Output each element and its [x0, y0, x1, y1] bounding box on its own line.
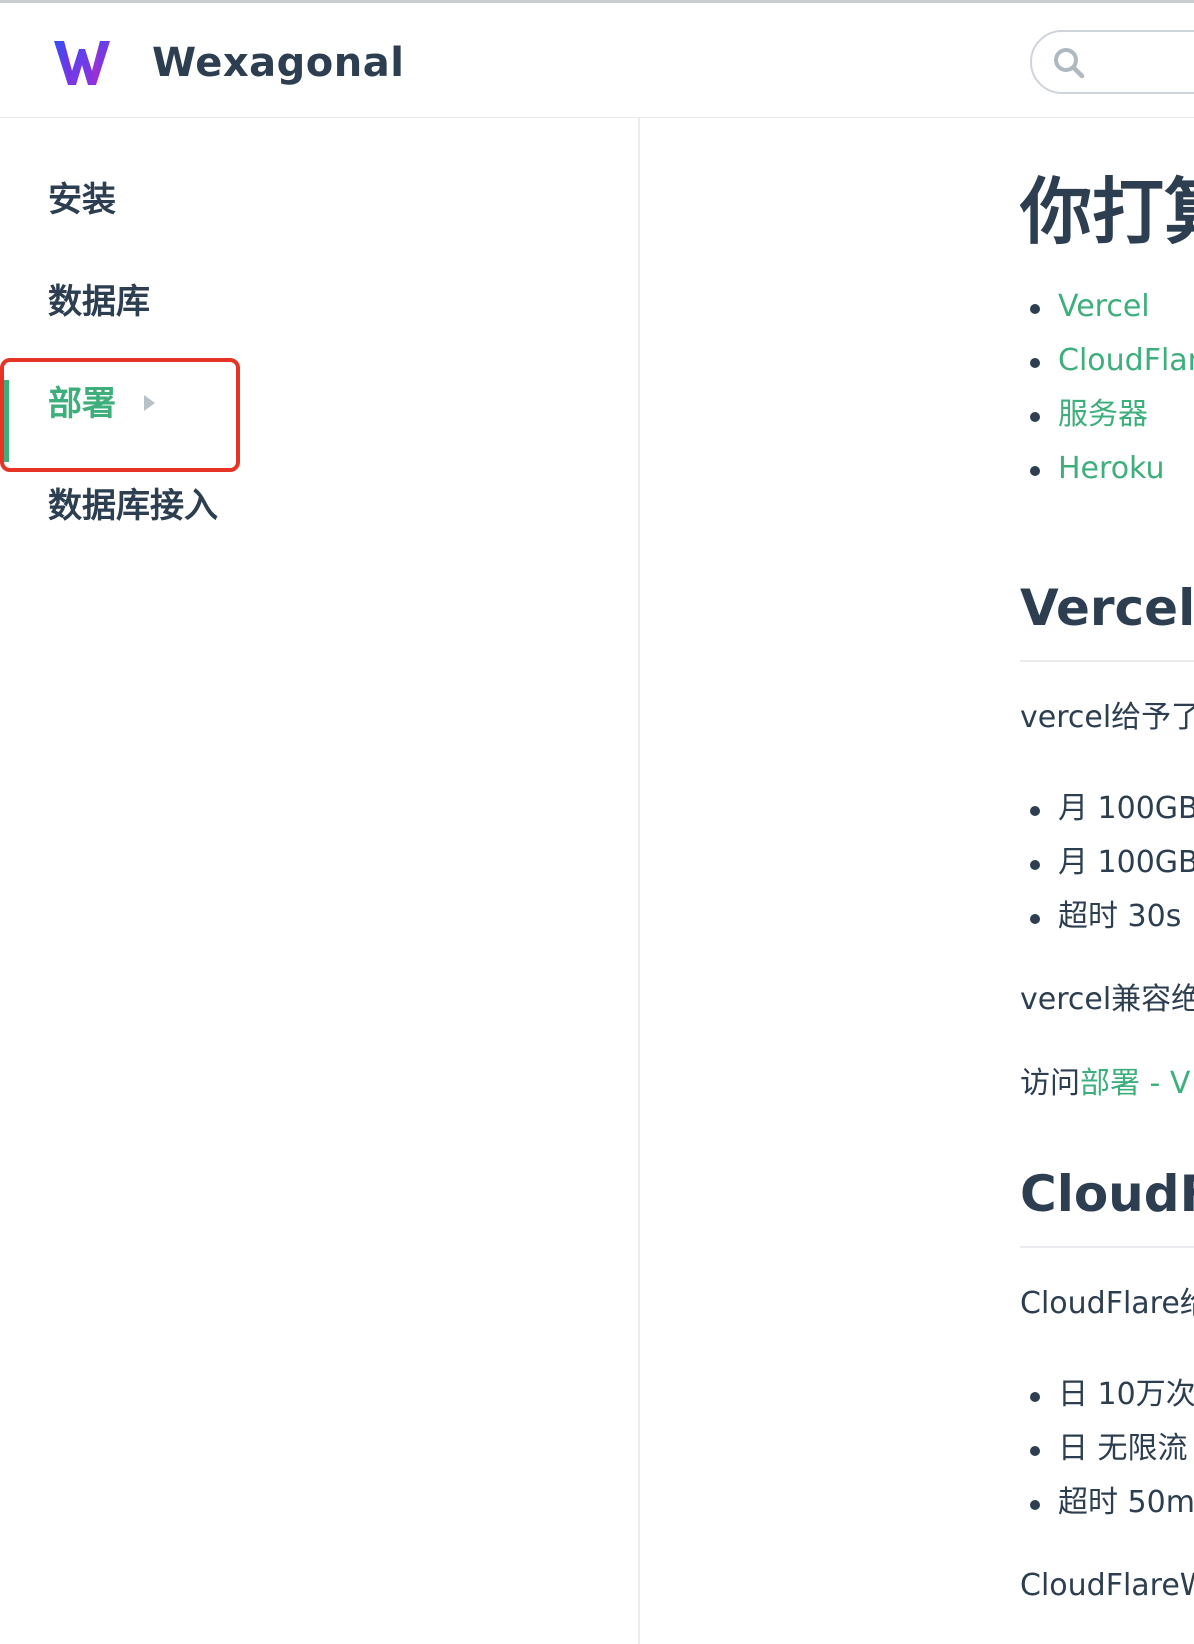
sidebar-item-label: 数据库 — [48, 282, 150, 322]
toc-link-server[interactable]: 服务器 — [1020, 388, 1194, 442]
sidebar-item-label: 安装 — [48, 180, 116, 220]
list-item: 超时 30s — [1020, 890, 1194, 944]
list-item: 日 10万次 — [1020, 1368, 1194, 1422]
sidebar-item-label: 数据库接入 — [48, 486, 218, 526]
page: Wexagonal 安装 数据库 部署 数据库接入 你打算 Vercel — [0, 0, 1194, 1644]
toc-link-vercel[interactable]: Vercel — [1020, 280, 1194, 334]
navbar: Wexagonal — [0, 3, 1194, 118]
section-heading-cloudflare: CloudF — [1020, 1165, 1194, 1223]
page-title: 你打算 — [1020, 170, 1194, 254]
toc-link-cloudflare[interactable]: CloudFlare — [1020, 334, 1194, 388]
toc-link-heroku[interactable]: Heroku — [1020, 442, 1194, 496]
list-item: 日 无限流 — [1020, 1422, 1194, 1476]
highlight-annotation — [0, 358, 240, 472]
deploy-vercel-link[interactable]: 部署 - V — [1080, 1066, 1190, 1101]
section-heading-vercel: Vercel — [1020, 579, 1194, 637]
section-paragraph: vercel兼容绝 — [1020, 982, 1194, 1017]
main-content: 你打算 Vercel CloudFlare 服务器 Heroku Vercel … — [1020, 118, 1194, 1644]
list-item: 超时 50m — [1020, 1476, 1194, 1530]
wexagonal-logo-icon[interactable] — [52, 37, 112, 89]
paragraph-text: 访问 — [1020, 1066, 1080, 1101]
list-item: 月 100GB — [1020, 782, 1194, 836]
toc-list: Vercel CloudFlare 服务器 Heroku — [1020, 280, 1194, 496]
section-bullet-list: 日 10万次 日 无限流 超时 50m — [1020, 1368, 1194, 1530]
list-item: 月 100GB — [1020, 836, 1194, 890]
search-icon — [1054, 48, 1085, 79]
heading-divider — [1020, 1246, 1194, 1248]
section-paragraph: CloudFlare给 — [1020, 1286, 1194, 1321]
sidebar: 安装 数据库 部署 数据库接入 — [0, 118, 640, 1644]
sidebar-item-database-connect[interactable]: 数据库接入 — [48, 486, 218, 526]
site-title[interactable]: Wexagonal — [152, 39, 404, 87]
heading-divider — [1020, 660, 1194, 662]
section-paragraph: CloudFlareW — [1020, 1568, 1194, 1603]
sidebar-item-install[interactable]: 安装 — [48, 180, 116, 220]
section-paragraph: vercel给予了 — [1020, 700, 1194, 735]
sidebar-item-database[interactable]: 数据库 — [48, 282, 150, 322]
section-bullet-list: 月 100GB 月 100GB 超时 30s — [1020, 782, 1194, 944]
search-input[interactable] — [1030, 30, 1194, 94]
section-paragraph: 访问部署 - V — [1020, 1064, 1190, 1104]
